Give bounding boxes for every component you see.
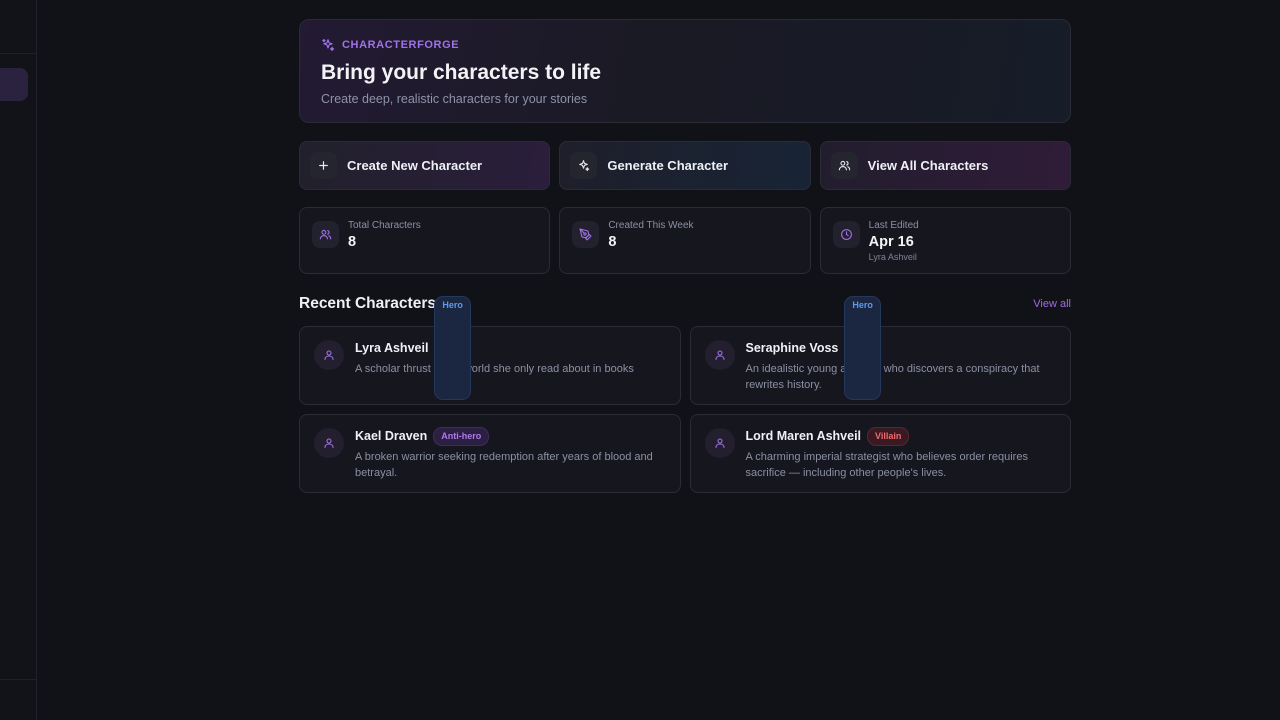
sidebar-active-item[interactable] xyxy=(0,68,28,101)
action-label: View All Characters xyxy=(867,158,989,173)
user-icon xyxy=(704,340,735,370)
sparkles-icon xyxy=(322,38,335,52)
action-label: Create New Character xyxy=(347,158,483,173)
character-description: A broken warrior seeking redemption afte… xyxy=(355,451,653,479)
view-all-link[interactable]: View all xyxy=(1033,298,1071,310)
recent-characters-header: Recent Characters View all xyxy=(299,295,1071,313)
brand: CHARACTERFORGE xyxy=(321,37,1049,53)
stat-subtext: Lyra Ashveil xyxy=(868,252,917,262)
stats-row: Total Characters 8 Created This Week 8 L… xyxy=(299,207,1071,274)
stat-value: Apr 16 xyxy=(868,234,914,250)
stat-label: Last Edited xyxy=(868,220,919,231)
character-card[interactable]: Lyra Ashveil Hero A scholar thrust into … xyxy=(299,296,681,405)
hero-banner: CHARACTERFORGE Bring your characters to … xyxy=(299,19,1071,123)
dashboard: CHARACTERFORGE Bring your characters to … xyxy=(299,19,1071,493)
stat-last-edited: Last Edited Apr 16 Lyra Ashveil xyxy=(819,207,1071,274)
plus-icon xyxy=(310,152,337,179)
character-description: An idealistic young archivist who discov… xyxy=(745,363,1040,391)
view-all-characters-button[interactable]: View All Characters xyxy=(819,141,1071,190)
user-icon xyxy=(704,428,735,458)
character-name: Kael Draven xyxy=(355,429,428,443)
sidebar xyxy=(0,0,37,720)
stat-label: Created This Week xyxy=(608,220,694,231)
stat-value: 8 xyxy=(348,234,357,250)
stat-label: Total Characters xyxy=(348,220,421,231)
role-badge: Hero xyxy=(844,296,881,400)
section-title: Recent Characters xyxy=(299,295,436,312)
sidebar-divider xyxy=(0,679,36,680)
brand-name: CHARACTERFORGE xyxy=(342,39,460,51)
stat-total-characters: Total Characters 8 xyxy=(299,207,551,274)
recent-characters-grid: Lyra Ashveil Hero A scholar thrust into … xyxy=(299,296,1071,493)
character-name: Lord Maren Ashveil xyxy=(745,429,862,443)
create-character-button[interactable]: Create New Character xyxy=(299,141,551,190)
sidebar-divider xyxy=(0,53,36,54)
character-name: Lyra Ashveil xyxy=(355,341,429,355)
character-card[interactable]: Lord Maren Ashveil Villain A charming im… xyxy=(689,414,1071,493)
role-badge: Anti-hero xyxy=(433,426,490,446)
user-icon xyxy=(314,428,344,458)
clock-icon xyxy=(832,221,860,248)
stat-value: 8 xyxy=(608,234,617,250)
page-subtitle: Create deep, realistic characters for yo… xyxy=(321,92,588,106)
pen-icon xyxy=(572,221,600,248)
role-badge: Villain xyxy=(867,426,910,446)
sparkles-icon xyxy=(570,152,598,179)
page-title: Bring your characters to life xyxy=(321,61,602,84)
character-card[interactable]: Seraphine Voss Hero An idealistic young … xyxy=(689,296,1071,405)
character-description: A scholar thrust into a world she only r… xyxy=(355,363,634,375)
character-name: Seraphine Voss xyxy=(745,341,839,355)
users-icon xyxy=(312,221,339,248)
character-card[interactable]: Kael Draven Anti-hero A broken warrior s… xyxy=(299,414,681,493)
user-icon xyxy=(314,340,344,370)
action-label: Generate Character xyxy=(607,158,728,173)
stat-created-this-week: Created This Week 8 xyxy=(559,207,811,274)
users-icon xyxy=(830,152,858,179)
generate-character-button[interactable]: Generate Character xyxy=(559,141,811,190)
character-description: A charming imperial strategist who belie… xyxy=(745,451,1028,479)
quick-actions: Create New Character Generate Character … xyxy=(299,141,1071,190)
role-badge: Hero xyxy=(434,296,471,400)
